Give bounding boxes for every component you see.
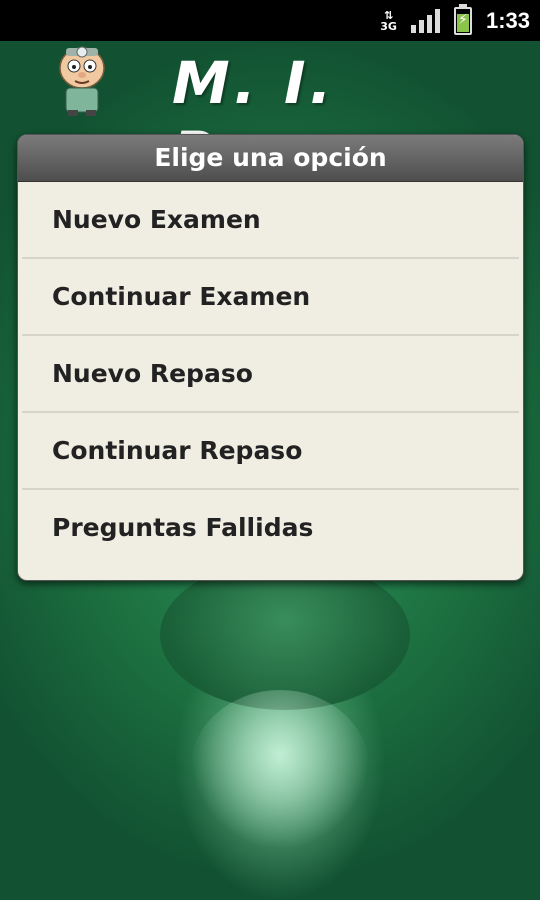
option-nuevo-repaso[interactable]: Nuevo Repaso bbox=[22, 336, 519, 413]
light-glow-decoration bbox=[190, 690, 370, 850]
globe-decoration bbox=[160, 560, 410, 710]
network-type-icon: ⇅ 3G bbox=[380, 8, 397, 33]
option-list: Nuevo Examen Continuar Examen Nuevo Repa… bbox=[18, 182, 523, 565]
app-title: M. I. R. bbox=[172, 49, 336, 187]
option-continuar-repaso[interactable]: Continuar Repaso bbox=[22, 413, 519, 490]
status-bar: ⇅ 3G ⚡ 1:33 bbox=[0, 0, 540, 41]
option-nuevo-examen[interactable]: Nuevo Examen bbox=[22, 182, 519, 259]
doctor-mascot-icon bbox=[52, 44, 112, 118]
options-dialog: Elige una opción Nuevo Examen Continuar … bbox=[17, 134, 524, 581]
signal-strength-icon bbox=[410, 8, 440, 33]
battery-charging-icon: ⚡ bbox=[453, 3, 472, 35]
dialog-title: Elige una opción bbox=[18, 135, 523, 182]
option-preguntas-fallidas[interactable]: Preguntas Fallidas bbox=[22, 490, 519, 565]
status-icons: ⇅ 3G ⚡ 1:33 bbox=[380, 0, 530, 41]
status-clock: 1:33 bbox=[485, 7, 530, 33]
option-continuar-examen[interactable]: Continuar Examen bbox=[22, 259, 519, 336]
